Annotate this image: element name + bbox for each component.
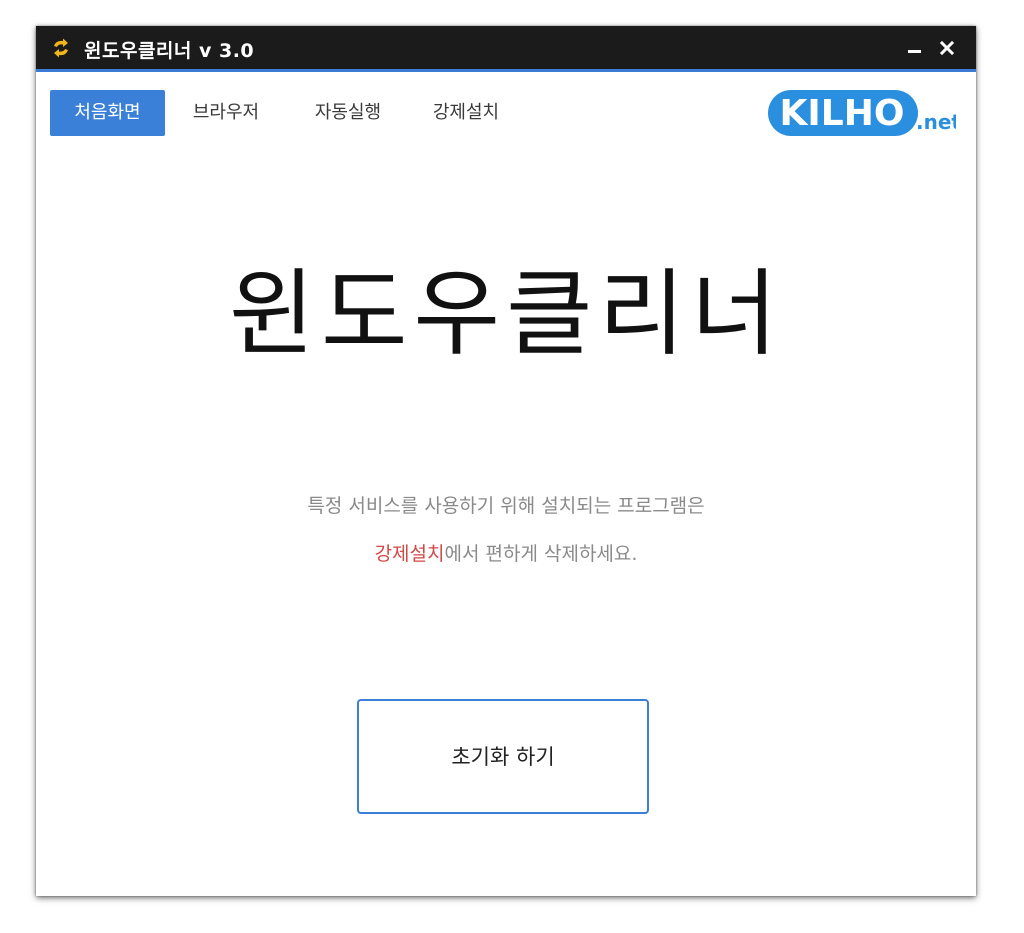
description-line-2: 강제설치에서 편하게 삭제하세요. <box>36 539 976 566</box>
description-line-1: 특정 서비스를 사용하기 위해 설치되는 프로그램은 <box>307 495 705 517</box>
description-line-2-rest: 에서 편하게 삭제하세요. <box>444 543 638 565</box>
close-icon <box>939 40 955 56</box>
tab-bar: 처음화면 브라우저 자동실행 강제설치 KILHO .net <box>36 72 976 152</box>
tab-force-install[interactable]: 강제설치 <box>416 90 516 136</box>
tab-home[interactable]: 처음화면 <box>50 90 165 136</box>
main-title: 윈도우클리너 <box>228 260 784 369</box>
close-button[interactable] <box>934 36 960 60</box>
window-title: 윈도우클리너 v 3.0 <box>84 40 255 62</box>
kilho-logo[interactable]: KILHO .net <box>766 84 956 140</box>
tab-browser[interactable]: 브라우저 <box>176 90 276 136</box>
app-window: 윈도우클리너 v 3.0 처음화면 브라우저 자동실행 강제설치 KILHO .… <box>36 26 976 896</box>
minimize-button[interactable] <box>902 36 928 60</box>
force-install-link-text: 강제설치 <box>374 543 445 565</box>
logo-text: KILHO <box>780 93 905 134</box>
logo-suffix: .net <box>916 110 956 134</box>
refresh-arrows-icon <box>54 38 68 58</box>
tab-autorun[interactable]: 자동실행 <box>298 90 398 136</box>
title-bar[interactable]: 윈도우클리너 v 3.0 <box>36 26 976 72</box>
reset-button[interactable]: 초기화 하기 <box>357 699 649 814</box>
minimize-icon <box>908 50 921 53</box>
